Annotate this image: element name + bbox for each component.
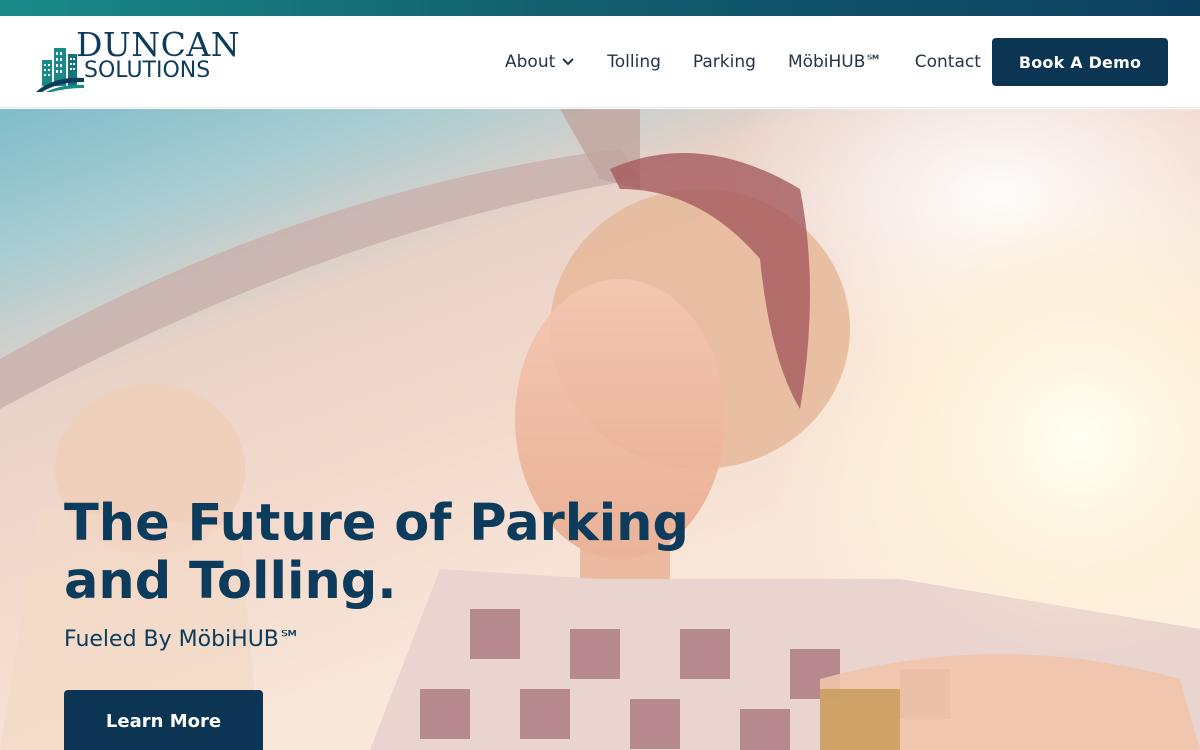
nav-item-label: MöbiHUB℠: [787, 52, 883, 72]
logo-wordmark-top: DUNCAN: [76, 25, 241, 64]
learn-more-button[interactable]: Learn More: [64, 690, 263, 750]
nav-item-about[interactable]: About: [505, 52, 575, 72]
hero-section: The Future of Parking and Tolling. Fuele…: [0, 109, 1200, 750]
hero-title: The Future of Parking and Tolling.: [64, 494, 689, 611]
site-header: DUNCAN SOLUTIONS About Tolling Parking M…: [0, 16, 1200, 108]
nav-item-tolling[interactable]: Tolling: [607, 52, 661, 72]
nav-item-label: About: [505, 52, 556, 72]
logo-wordmark-bottom: SOLUTIONS: [84, 58, 211, 83]
chevron-down-icon: [562, 58, 574, 66]
top-accent-strip: [0, 0, 1200, 16]
brand-logo[interactable]: DUNCAN SOLUTIONS: [36, 28, 240, 94]
nav-item-label: Contact: [914, 52, 981, 72]
hero-subtitle: Fueled By MöbiHUB℠: [64, 627, 302, 652]
hero-background-image: [0, 109, 1200, 750]
nav-item-parking[interactable]: Parking: [693, 52, 756, 72]
nav-item-label: Tolling: [607, 52, 661, 72]
nav-item-label: Parking: [692, 52, 756, 72]
nav-item-mobihub[interactable]: MöbiHUB℠: [788, 52, 883, 72]
book-demo-button[interactable]: Book A Demo: [992, 38, 1168, 86]
nav-item-contact[interactable]: Contact: [915, 52, 981, 72]
main-nav: About Tolling Parking MöbiHUB℠ Contact: [505, 16, 981, 108]
